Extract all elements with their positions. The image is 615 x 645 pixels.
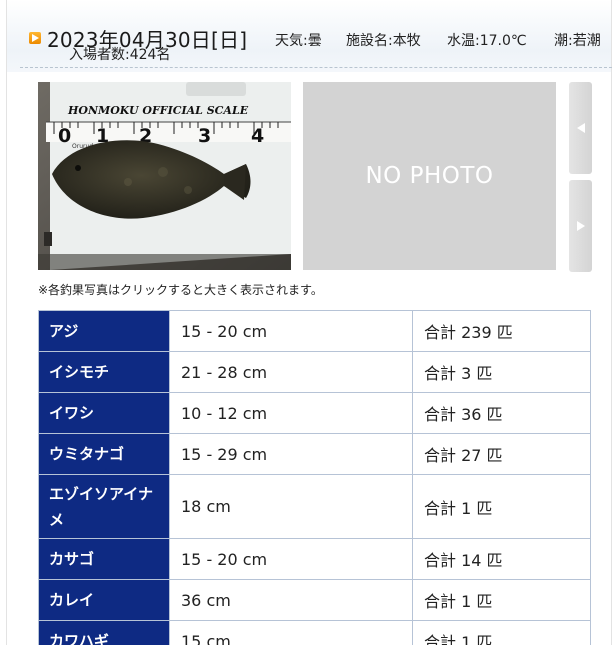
table-row: カレイ 36 cm 合計 1 匹 — [38, 579, 591, 621]
report-header: 2023年04月30日[日] 天気:曇 施設名:本牧 水温:17.0℃ 潮:若潮… — [7, 0, 611, 72]
fish-size: 15 - 29 cm — [169, 433, 413, 475]
fish-size: 18 cm — [169, 474, 413, 539]
no-photo-text: NO PHOTO — [365, 163, 494, 189]
table-row: イワシ 10 - 12 cm 合計 36 匹 — [38, 392, 591, 434]
catch-photo[interactable]: HONMOKU OFFICIAL SCALE 0 1 2 3 4 Orurudo — [38, 82, 291, 270]
fish-name: イシモチ — [38, 351, 170, 393]
next-photo-button[interactable] — [569, 180, 592, 272]
fish-size: 15 - 20 cm — [169, 310, 413, 352]
table-row: アジ 15 - 20 cm 合計 239 匹 — [38, 310, 591, 352]
table-row: カサゴ 15 - 20 cm 合計 14 匹 — [38, 538, 591, 580]
table-row: ウミタナゴ 15 - 29 cm 合計 27 匹 — [38, 433, 591, 475]
fish-name: イワシ — [38, 392, 170, 434]
fish-total: 合計 1 匹 — [412, 620, 591, 645]
flatfish-on-scale-image: HONMOKU OFFICIAL SCALE 0 1 2 3 4 Orurudo — [38, 82, 291, 270]
svg-text:3: 3 — [198, 125, 211, 147]
fish-name: カレイ — [38, 579, 170, 621]
table-row: イシモチ 21 - 28 cm 合計 3 匹 — [38, 351, 591, 393]
fish-name: カサゴ — [38, 538, 170, 580]
fish-size: 21 - 28 cm — [169, 351, 413, 393]
no-photo-placeholder[interactable]: NO PHOTO — [303, 82, 556, 270]
tide-info: 潮:若潮 — [554, 33, 601, 49]
photo-click-note: ※各釣果写真はクリックすると大きく表示されます。 — [38, 283, 323, 297]
fish-size: 15 - 20 cm — [169, 538, 413, 580]
triangle-left-icon — [576, 123, 585, 133]
fish-size: 15 cm — [169, 620, 413, 645]
fish-size: 36 cm — [169, 579, 413, 621]
water-temp-info: 水温:17.0℃ — [447, 33, 527, 49]
fish-name: ウミタナゴ — [38, 433, 170, 475]
table-row: カワハギ 15 cm 合計 1 匹 — [38, 620, 591, 645]
svg-text:4: 4 — [251, 125, 264, 147]
catch-results-table: アジ 15 - 20 cm 合計 239 匹 イシモチ 21 - 28 cm 合… — [38, 310, 591, 645]
catch-report-page: 2023年04月30日[日] 天気:曇 施設名:本牧 水温:17.0℃ 潮:若潮… — [0, 0, 615, 645]
weather-info: 天気:曇 — [275, 33, 322, 49]
header-divider — [20, 67, 612, 68]
fish-name: アジ — [38, 310, 170, 352]
prev-photo-button[interactable] — [569, 82, 592, 174]
table-row: エゾイソアイナメ 18 cm 合計 1 匹 — [38, 474, 591, 539]
fish-total: 合計 36 匹 — [412, 392, 591, 434]
fish-total: 合計 239 匹 — [412, 310, 591, 352]
fish-total: 合計 27 匹 — [412, 433, 591, 475]
svg-text:0: 0 — [58, 125, 71, 147]
fish-total: 合計 1 匹 — [412, 474, 591, 539]
fish-total: 合計 14 匹 — [412, 538, 591, 580]
page-border-right — [611, 0, 612, 645]
fish-name: エゾイソアイナメ — [38, 474, 170, 539]
fish-name: カワハギ — [38, 620, 170, 645]
page-border-left — [6, 0, 7, 645]
visitor-count: 入場者数:424名 — [69, 47, 171, 63]
play-bullet-icon — [29, 32, 41, 44]
fish-size: 10 - 12 cm — [169, 392, 413, 434]
svg-text:HONMOKU OFFICIAL SCALE: HONMOKU OFFICIAL SCALE — [67, 104, 249, 117]
triangle-right-icon — [576, 221, 585, 231]
fish-total: 合計 3 匹 — [412, 351, 591, 393]
fish-total: 合計 1 匹 — [412, 579, 591, 621]
facility-info: 施設名:本牧 — [346, 33, 421, 49]
